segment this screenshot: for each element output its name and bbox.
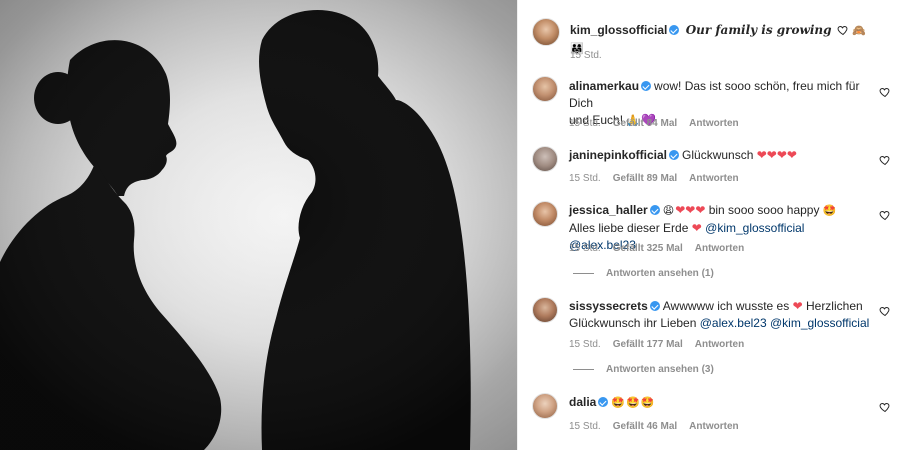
comment-body: Awwwww ich wusste es bbox=[662, 299, 793, 313]
divider-line bbox=[573, 369, 594, 370]
reply-button[interactable]: Antworten bbox=[689, 118, 738, 129]
like-comment-button[interactable] bbox=[879, 209, 891, 221]
red-heart-emoji: ❤ bbox=[691, 221, 702, 235]
red-hearts-emoji: ❤❤❤ bbox=[675, 203, 706, 217]
comment-text: sissyssecrets Awwwww ich wusste es ❤ Herz… bbox=[569, 298, 874, 332]
comment-time: 15 Std. bbox=[569, 339, 601, 350]
comment-username[interactable]: sissyssecrets bbox=[569, 299, 648, 313]
view-replies-button[interactable]: Antworten ansehen (1) bbox=[573, 268, 714, 279]
red-heart-emoji: ❤ bbox=[792, 299, 803, 313]
mention-link[interactable]: @kim_glossofficial bbox=[770, 316, 869, 330]
like-comment-button[interactable] bbox=[879, 401, 891, 413]
comment-body: bin sooo sooo happy bbox=[705, 203, 823, 217]
caption-meta: 15 Std. bbox=[570, 50, 602, 61]
reply-button[interactable]: Antworten bbox=[695, 243, 744, 254]
mention-link[interactable]: @kim_glossofficial bbox=[705, 221, 804, 235]
comment-likes[interactable]: Gefällt 84 Mal bbox=[613, 118, 677, 129]
reply-button[interactable]: Antworten bbox=[689, 173, 738, 184]
heart-outline-icon bbox=[837, 25, 848, 36]
comment-username[interactable]: jessica_haller bbox=[569, 203, 648, 217]
comment-time: 15 Std. bbox=[569, 243, 601, 254]
comment-meta: 15 Std. Gefällt 89 Mal Antworten bbox=[569, 173, 739, 184]
comment-username[interactable]: janinepinkofficial bbox=[569, 148, 667, 162]
comment-time: 15 Std. bbox=[569, 173, 601, 184]
verified-badge-icon bbox=[641, 81, 652, 91]
comment-likes[interactable]: Gefällt 177 Mal bbox=[613, 339, 683, 350]
caption-text: Our family is growing bbox=[685, 23, 832, 37]
comment-meta: 15 Std. Gefällt 325 Mal Antworten bbox=[569, 243, 744, 254]
comment-likes[interactable]: Gefällt 46 Mal bbox=[613, 421, 677, 432]
weary-emoji: 😩 bbox=[662, 205, 676, 217]
comment-avatar[interactable] bbox=[532, 146, 558, 172]
comment-text: janinepinkofficial Glückwunsch ❤❤❤❤ bbox=[569, 147, 874, 164]
heart-outline-icon bbox=[879, 210, 890, 221]
comment-likes[interactable]: Gefällt 89 Mal bbox=[613, 173, 677, 184]
reply-button[interactable]: Antworten bbox=[689, 421, 738, 432]
post-photo[interactable] bbox=[0, 0, 517, 450]
comment-meta: 15 Std. Gefällt 46 Mal Antworten bbox=[569, 421, 739, 432]
comment-time: 15 Std. bbox=[569, 421, 601, 432]
comment-time: 15 Std. bbox=[569, 118, 601, 129]
view-replies-label: Antworten ansehen (1) bbox=[606, 268, 714, 279]
comment-body-2: Glückwunsch ihr Lieben bbox=[569, 316, 700, 330]
verified-badge-icon bbox=[649, 301, 660, 311]
like-comment-button[interactable] bbox=[879, 154, 891, 166]
caption-text-line: kim_glossofficial Our family is growing … bbox=[570, 22, 875, 58]
caption-avatar[interactable] bbox=[532, 18, 560, 46]
instagram-post: kim_glossofficial Our family is growing … bbox=[0, 0, 900, 450]
comment-avatar[interactable] bbox=[532, 393, 558, 419]
comment-body-2: Alles liebe dieser Erde bbox=[569, 221, 692, 235]
comment-meta: 15 Std. Gefällt 177 Mal Antworten bbox=[569, 339, 744, 350]
silhouette-photo bbox=[0, 0, 517, 450]
heart-outline-icon bbox=[879, 155, 890, 166]
caption-time: 15 Std. bbox=[570, 50, 602, 61]
star-struck-emojis: 🤩🤩🤩 bbox=[611, 397, 656, 409]
caption-username[interactable]: kim_glossofficial bbox=[570, 23, 667, 37]
view-replies-button[interactable]: Antworten ansehen (3) bbox=[573, 364, 714, 375]
heart-outline-icon bbox=[879, 402, 890, 413]
comment-text: dalia 🤩🤩🤩 bbox=[569, 394, 874, 412]
divider-line bbox=[573, 273, 594, 274]
heart-outline-icon bbox=[879, 306, 890, 317]
red-hearts-emoji: ❤❤❤❤ bbox=[756, 148, 797, 162]
comment-username[interactable]: alinamerkau bbox=[569, 79, 639, 93]
reply-button[interactable]: Antworten bbox=[695, 339, 744, 350]
comment-avatar[interactable] bbox=[532, 201, 558, 227]
verified-badge-icon bbox=[598, 397, 609, 407]
mention-link[interactable]: @alex.bel23 bbox=[700, 316, 767, 330]
comment-avatar[interactable] bbox=[532, 76, 558, 102]
comments-panel: kim_glossofficial Our family is growing … bbox=[517, 0, 900, 450]
verified-badge-icon bbox=[649, 205, 660, 215]
heart-outline-icon bbox=[879, 87, 890, 98]
star-struck-emoji: 🤩 bbox=[822, 205, 838, 217]
comment-avatar[interactable] bbox=[532, 297, 558, 323]
comment-likes[interactable]: Gefällt 325 Mal bbox=[613, 243, 683, 254]
like-comment-button[interactable] bbox=[879, 86, 891, 98]
comment-body: Glückwunsch bbox=[682, 148, 757, 162]
verified-badge-icon bbox=[669, 25, 680, 35]
like-comment-button[interactable] bbox=[879, 305, 891, 317]
verified-badge-icon bbox=[669, 150, 680, 160]
view-replies-label: Antworten ansehen (3) bbox=[606, 364, 714, 375]
comment-username[interactable]: dalia bbox=[569, 395, 596, 409]
comment-meta: 15 Std. Gefällt 84 Mal Antworten bbox=[569, 118, 739, 129]
comment-body-cont: Herzlichen bbox=[802, 299, 863, 313]
